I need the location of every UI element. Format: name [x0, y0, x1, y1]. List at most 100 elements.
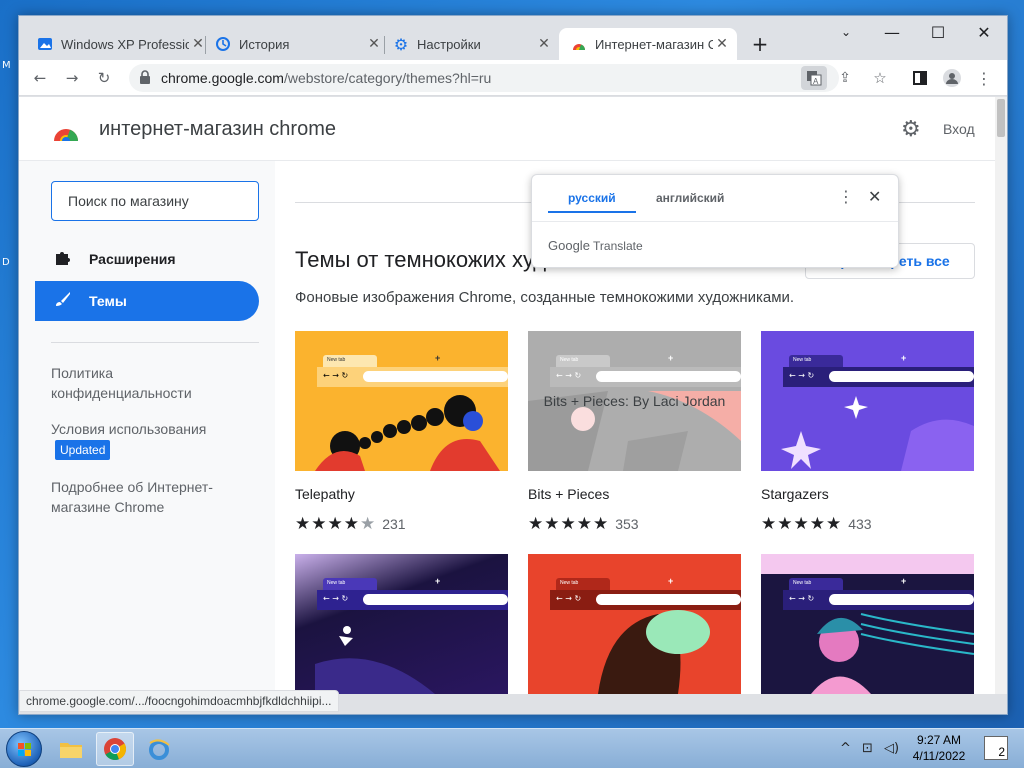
theme-name: Telepathy — [295, 486, 355, 502]
clock[interactable]: 9:27 AM 4/11/2022 — [900, 732, 978, 764]
new-tab-button[interactable]: + — [737, 28, 783, 60]
maximize-button[interactable]: ☐ — [915, 16, 961, 48]
nav-label: Темы — [89, 293, 127, 309]
music-portrait-art — [761, 554, 974, 694]
network-icon[interactable]: ⊡ — [862, 741, 873, 756]
gear-icon[interactable]: ⚙ — [901, 117, 921, 142]
url-host: chrome.google.com — [161, 70, 284, 86]
desktop-letter-m: M — [2, 60, 11, 71]
ie-taskbar-icon[interactable] — [140, 732, 178, 766]
rating-count: 353 — [615, 516, 639, 532]
close-icon[interactable]: ✕ — [365, 36, 383, 52]
clock-time: 9:27 AM — [916, 733, 962, 747]
address-bar[interactable]: chrome.google.com/webstore/category/them… — [129, 64, 851, 92]
theme-thumbnail: New tab + ← → ↻ — [295, 554, 508, 694]
back-icon[interactable]: ← — [27, 65, 53, 91]
close-window-button[interactable]: ✕ — [961, 16, 1007, 48]
svg-text:A: A — [813, 77, 819, 86]
lang-to-tab[interactable]: английский — [656, 191, 724, 205]
forward-icon[interactable]: → — [59, 65, 85, 91]
status-url: chrome.google.com/.../foocngohimdoacmhbj… — [19, 690, 339, 712]
rating-count: 231 — [382, 516, 406, 532]
terms-link[interactable]: Условия использования Updated — [51, 419, 231, 460]
lang-from-tab[interactable]: русский — [568, 191, 616, 205]
page-scrollbar[interactable] — [995, 97, 1007, 694]
sidebar-divider — [51, 342, 259, 343]
translate-product: Translate — [593, 239, 643, 253]
bookmark-star-icon[interactable]: ☆ — [867, 65, 893, 91]
telepathy-art — [315, 395, 500, 471]
theme-thumbnail: New tab + ← → ↻ — [761, 331, 974, 471]
google-translate-label: Google Translate — [548, 238, 643, 253]
side-panel-icon[interactable] — [907, 65, 933, 91]
stars-filled: ★★★★★ — [528, 514, 610, 534]
updated-badge: Updated — [55, 440, 111, 460]
tab-windows-xp[interactable]: Windows XP Professional ✕ — [37, 28, 207, 60]
theme-card-telepathy[interactable]: New tab + ← → ↻ Telepathy ★★★★★ 231 — [295, 331, 508, 534]
translate-popup: русский английский ⋮ ✕ Google Translate — [531, 174, 899, 268]
close-icon[interactable]: ✕ — [713, 36, 731, 52]
tab-search-icon[interactable]: ⌄ — [823, 16, 869, 48]
reload-icon[interactable]: ↻ — [91, 65, 117, 91]
terms-label: Условия использования — [51, 421, 207, 437]
about-link[interactable]: Подробнее об Интернет-магазине Chrome — [51, 477, 231, 517]
nav-label: Расширения — [89, 251, 176, 267]
theme-thumbnail: New tab+← → ↻ Bits + Pieces: By Laci Jor… — [528, 331, 741, 471]
clock-date: 4/11/2022 — [912, 749, 966, 763]
lock-icon — [139, 70, 151, 89]
volume-icon[interactable]: ◁) — [884, 741, 899, 756]
browser-toolbar: ← → ↻ chrome.google.com/webstore/categor… — [19, 60, 1007, 96]
tab-history[interactable]: История ✕ — [215, 28, 383, 60]
notification-icon[interactable]: 2 — [984, 736, 1008, 760]
explorer-taskbar-icon[interactable] — [52, 732, 90, 766]
history-icon — [215, 36, 231, 52]
settings-icon: ⚙ — [393, 34, 409, 54]
theme-rating: ★★★★★ 231 — [295, 514, 406, 534]
search-input[interactable] — [52, 182, 258, 220]
minimize-button[interactable]: — — [869, 16, 915, 48]
red-portrait-art — [598, 610, 710, 694]
translate-icon[interactable]: A — [801, 66, 827, 90]
theme-card-row2-1[interactable]: New tab + ← → ↻ — [295, 554, 508, 694]
close-icon[interactable]: ✕ — [535, 36, 553, 52]
tab-webstore[interactable]: Интернет-магазин Chrome ✕ — [559, 28, 737, 60]
privacy-link[interactable]: Политика конфиденциальности — [51, 363, 211, 403]
stars-filled: ★★★★ — [295, 514, 360, 534]
chrome-taskbar-icon[interactable] — [96, 732, 134, 766]
browser-window: Windows XP Professional ✕ История ✕ ⚙ На… — [18, 15, 1008, 715]
hover-tooltip: Bits + Pieces: By Laci Jordan — [528, 331, 741, 471]
webstore-page: интернет-магазин chrome ⚙ Вход Расширени… — [19, 97, 995, 694]
nav-extensions[interactable]: Расширения — [35, 239, 259, 279]
website-icon — [37, 36, 53, 52]
theme-card-row2-3[interactable]: New tab + ← → ↻ — [761, 554, 974, 694]
tab-title: История — [239, 36, 290, 52]
tab-settings[interactable]: ⚙ Настройки ✕ — [393, 28, 553, 60]
tab-separator — [205, 36, 206, 54]
surfer-art — [315, 626, 435, 694]
theme-card-stargazers[interactable]: New tab + ← → ↻ Stargazers ★★★★★ 433 — [761, 331, 974, 534]
translate-more-icon[interactable]: ⋮ — [838, 187, 854, 206]
rating-count: 433 — [848, 516, 872, 532]
login-link[interactable]: Вход — [943, 121, 975, 137]
show-hidden-icons[interactable]: ^ — [840, 741, 851, 756]
scrollbar-thumb[interactable] — [997, 99, 1005, 137]
star-rating-icon: ★★★★★ — [295, 514, 376, 534]
theme-rating: ★★★★★ 433 — [761, 514, 872, 534]
menu-icon[interactable]: ⋮ — [971, 65, 997, 91]
profile-icon[interactable] — [939, 65, 965, 91]
theme-card-row2-2[interactable]: New tab + ← → ↻ — [528, 554, 741, 694]
share-icon[interactable]: ⇪ — [833, 66, 857, 90]
section-subtitle: Фоновые изображения Chrome, созданные те… — [295, 289, 795, 306]
theme-thumbnail: New tab + ← → ↻ — [528, 554, 741, 694]
nav-themes[interactable]: Темы — [35, 281, 259, 321]
stars-filled: ★★★★★ — [761, 514, 843, 534]
theme-thumbnail: New tab + ← → ↻ — [761, 554, 974, 694]
translate-close-icon[interactable]: ✕ — [868, 187, 881, 206]
stars-empty: ★ — [359, 514, 377, 534]
theme-card-bits-pieces[interactable]: New tab+← → ↻ Bits + Pieces: By Laci Jor… — [528, 331, 741, 534]
store-search[interactable] — [51, 181, 259, 221]
brush-icon — [53, 291, 73, 311]
start-button[interactable] — [6, 731, 42, 767]
tab-strip: Windows XP Professional ✕ История ✕ ⚙ На… — [19, 16, 1007, 62]
webstore-icon — [571, 36, 587, 52]
